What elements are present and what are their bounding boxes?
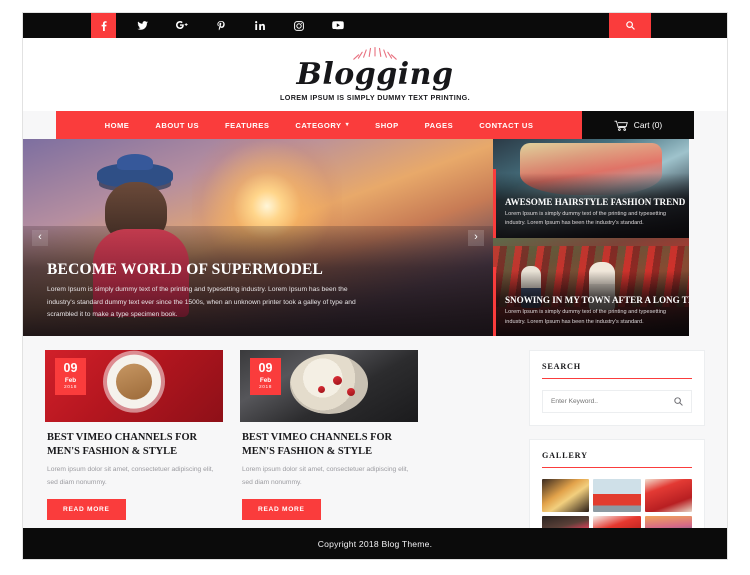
nav-item-features[interactable]: FEATURES [212, 121, 282, 130]
post-excerpt: Lorem ipsum dolor sit amet, consectetuer… [47, 466, 214, 486]
read-more-button[interactable]: READ MORE [242, 499, 321, 521]
card-caption: SNOWING IN MY TOWN AFTER A LONG TIME Lor… [505, 295, 689, 327]
post-date-badge: 09 Feb 2018 [250, 358, 281, 396]
berry-shape [346, 387, 355, 396]
post-body: BEST VIMEO CHANNELS FOR MEN'S FASHION & … [240, 422, 418, 521]
card-title: SNOWING IN MY TOWN AFTER A LONG TIME [505, 295, 689, 305]
social-link-google-plus[interactable] [169, 13, 194, 38]
hero-description: Lorem Ipsum is simply dummy text of the … [47, 286, 356, 318]
pinterest-icon [216, 20, 225, 30]
coffee-cup-shape [107, 355, 161, 410]
search-icon[interactable] [674, 397, 683, 407]
date-day: 09 [258, 361, 273, 376]
social-link-facebook[interactable] [91, 13, 116, 38]
post-thumbnail-coffee[interactable]: 09 Feb 2018 [45, 350, 223, 423]
post-title[interactable]: BEST VIMEO CHANNELS FOR MEN'S FASHION & … [242, 431, 416, 458]
read-more-button[interactable]: READ MORE [47, 499, 126, 521]
social-links [91, 13, 364, 38]
nav-item-about-us[interactable]: ABOUT US [142, 121, 212, 130]
twitter-icon [137, 21, 148, 30]
card-accent-bar [493, 267, 496, 337]
top-search-button[interactable] [609, 13, 651, 38]
nav-items: HOME ABOUT US FEATURES CATEGORY ▾ SHOP P… [56, 111, 582, 140]
social-link-youtube[interactable] [325, 13, 350, 38]
main-navigation: HOME ABOUT US FEATURES CATEGORY ▾ SHOP P… [56, 111, 694, 140]
card-accent-bar [493, 168, 496, 238]
gallery-thumb-strawberry-heart[interactable] [644, 479, 692, 513]
nav-label: ABOUT US [155, 120, 200, 130]
gallery-thumb-pastry[interactable] [542, 479, 590, 513]
logo-area: Blogging LOREM IPSUM IS SIMPLY DUMMY TEX… [23, 38, 727, 112]
social-link-twitter[interactable] [130, 13, 155, 38]
card-description: Lorem Ipsum is simply dummy text of the … [505, 309, 667, 325]
date-year: 2018 [258, 385, 273, 391]
logo-tagline: LOREM IPSUM IS SIMPLY DUMMY TEXT PRINTIN… [280, 93, 470, 103]
nav-label: CONTACT US [479, 120, 534, 130]
nav-label: FEATURES [225, 120, 270, 130]
sunburst-icon [23, 47, 727, 60]
hero-slider[interactable]: ‹ › BECOME WORLD OF SUPERMODEL Lorem Ips… [23, 139, 493, 337]
nav-item-pages[interactable]: PAGES [412, 121, 467, 130]
featured-card-snowing[interactable]: SNOWING IN MY TOWN AFTER A LONG TIME Lor… [493, 237, 689, 337]
search-widget: SEARCH [529, 350, 705, 427]
featured-card-hairstyle[interactable]: AWESOME HAIRSTYLE FASHION TREND Lorem Ip… [493, 139, 689, 238]
post-date-badge: 09 Feb 2018 [55, 358, 86, 396]
hero-section: ‹ › BECOME WORLD OF SUPERMODEL Lorem Ips… [23, 139, 727, 337]
hero-caption: BECOME WORLD OF SUPERMODEL Lorem Ipsum i… [47, 261, 467, 321]
cart-icon [614, 120, 628, 131]
cart-button[interactable]: Cart (0) [582, 111, 694, 140]
slider-next-arrow[interactable]: › [468, 229, 484, 246]
site-logo[interactable]: Blogging [23, 58, 727, 91]
social-link-pinterest[interactable] [208, 13, 233, 38]
nav-label: HOME [104, 120, 130, 130]
search-field-row[interactable] [542, 390, 692, 414]
nav-label: PAGES [424, 120, 454, 130]
hero-title: BECOME WORLD OF SUPERMODEL [47, 261, 324, 279]
copyright-text: Copyright 2018 Blog Theme. [317, 538, 433, 549]
linkedin-icon [254, 21, 265, 30]
food-bowl-shape [290, 353, 368, 414]
nav-label: SHOP [375, 120, 399, 130]
google-plus-icon [175, 21, 188, 29]
youtube-icon [331, 21, 344, 30]
social-link-instagram[interactable] [286, 13, 311, 38]
top-bar [23, 13, 727, 38]
slider-prev-arrow[interactable]: ‹ [32, 229, 48, 246]
social-link-linkedin[interactable] [247, 13, 272, 38]
date-month: Feb [64, 376, 77, 384]
gallery-widget-title: GALLERY [542, 451, 692, 469]
card-description: Lorem Ipsum is simply dummy text of the … [505, 210, 667, 227]
nav-label: CATEGORY [295, 120, 342, 130]
date-day: 09 [63, 361, 78, 376]
card-caption: AWESOME HAIRSTYLE FASHION TREND Lorem Ip… [505, 196, 686, 229]
berry-shape [332, 376, 342, 386]
post-title[interactable]: BEST VIMEO CHANNELS FOR MEN'S FASHION & … [47, 431, 221, 458]
facebook-icon [101, 20, 107, 31]
site-page: Blogging LOREM IPSUM IS SIMPLY DUMMY TEX… [22, 12, 728, 560]
post-thumbnail-food[interactable]: 09 Feb 2018 [240, 350, 418, 423]
search-input[interactable] [551, 398, 674, 406]
post-body: BEST VIMEO CHANNELS FOR MEN'S FASHION & … [45, 422, 223, 521]
instagram-icon [293, 20, 304, 31]
site-footer: Copyright 2018 Blog Theme. [23, 528, 727, 559]
post-excerpt: Lorem ipsum dolor sit amet, consectetuer… [242, 466, 409, 486]
chevron-down-icon: ▾ [345, 122, 350, 129]
nav-item-shop[interactable]: SHOP [362, 121, 412, 130]
nav-item-contact-us[interactable]: CONTACT US [466, 121, 546, 130]
search-icon [625, 21, 635, 30]
cart-label: Cart (0) [633, 120, 663, 131]
search-widget-title: SEARCH [542, 362, 692, 380]
hero-side-cards: AWESOME HAIRSTYLE FASHION TREND Lorem Ip… [493, 139, 689, 337]
card-title: AWESOME HAIRSTYLE FASHION TREND [505, 196, 686, 207]
date-month: Feb [259, 376, 272, 384]
nav-item-category[interactable]: CATEGORY ▾ [282, 121, 362, 130]
date-year: 2018 [63, 385, 78, 391]
content-area: 09 Feb 2018 BEST VIMEO CHANNELS FOR MEN'… [23, 336, 727, 559]
nav-item-home[interactable]: HOME [92, 121, 143, 130]
gallery-thumb-red-car[interactable] [593, 479, 641, 513]
